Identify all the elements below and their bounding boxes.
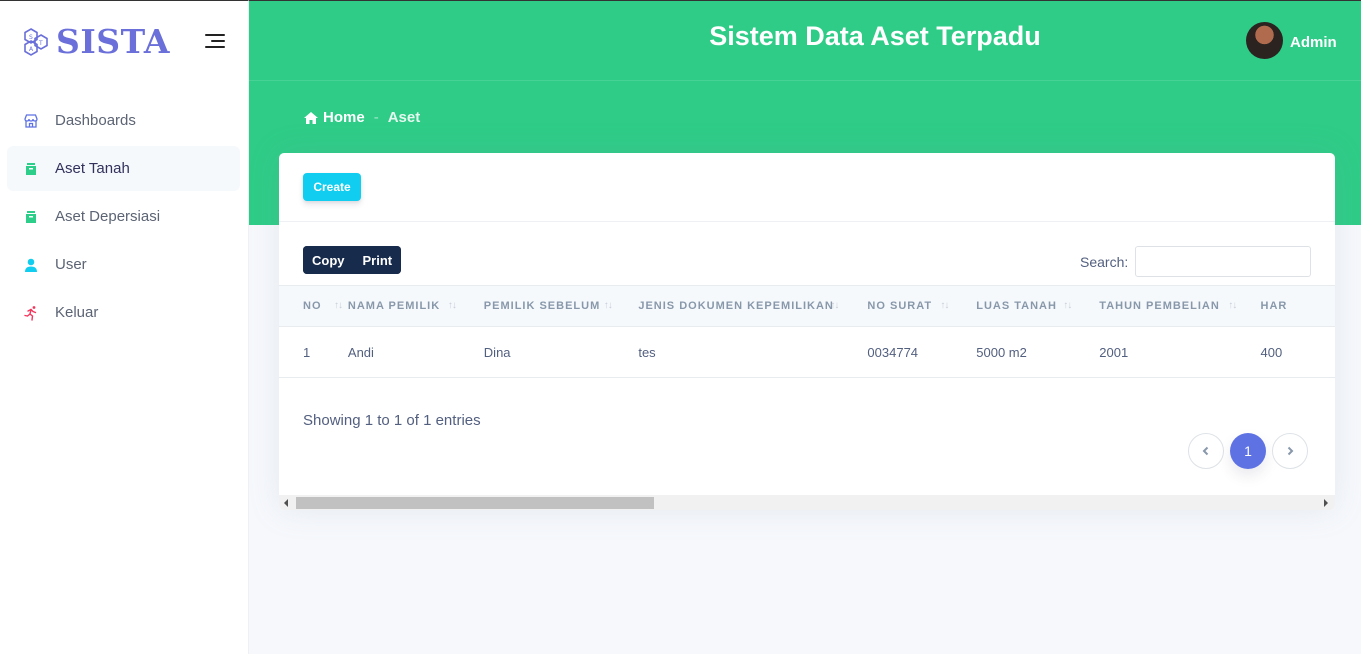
print-button[interactable]: Print xyxy=(353,246,402,274)
sidebar-item-keluar[interactable]: Keluar xyxy=(7,290,240,335)
column-header-nama-pemilik[interactable]: Nama Pemilik ↑↓ xyxy=(347,285,484,327)
archive-icon xyxy=(23,161,39,177)
sidebar-nav: Dashboards Aset Tanah Aset Depersiasi Us… xyxy=(7,98,240,338)
pagination-prev-button[interactable] xyxy=(1188,433,1224,469)
table-container: No ↑↓ Nama Pemilik ↑↓ Pemilik Sebelum ↑↓ Je… xyxy=(279,285,1335,378)
pagination-page-button[interactable]: 1 xyxy=(1230,433,1266,469)
user-icon xyxy=(23,257,39,273)
cell-pemilik-sebelum: Dina xyxy=(483,344,511,360)
cell-nama-pemilik: Andi xyxy=(347,344,374,360)
column-header-no[interactable]: No ↑↓ xyxy=(279,285,348,327)
avatar[interactable] xyxy=(1246,22,1283,59)
scrollbar-thumb[interactable] xyxy=(296,497,654,509)
sidebar-item-aset-depersiasi[interactable]: Aset Depersiasi xyxy=(7,194,240,239)
cell-jenis-dokumen: tes xyxy=(638,344,656,360)
sort-icon: ↑↓ xyxy=(940,300,949,311)
column-header-tahun-pembelian[interactable]: Tahun Pembelian ↑↓ xyxy=(1099,285,1261,327)
sort-icon: ↑↓ xyxy=(334,300,343,311)
create-button[interactable]: Create xyxy=(303,173,361,201)
card-header: Create xyxy=(279,153,1335,222)
scroll-left-arrow-icon[interactable] xyxy=(284,499,288,507)
brand-logo-icon: S T A xyxy=(24,28,48,56)
shop-icon xyxy=(23,113,39,129)
scroll-right-arrow-icon[interactable] xyxy=(1324,499,1328,507)
home-icon[interactable] xyxy=(303,111,319,125)
app-title: Sistem Data Aset Terpadu xyxy=(709,21,1041,51)
brand-name: SISTA xyxy=(56,22,170,61)
column-header-jenis-dokumen[interactable]: Jenis Dokumen Kepemilikan ↑↓ xyxy=(638,285,868,327)
table-row[interactable]: 1 Andi Dina tes 0034774 5000 m2 2001 400 xyxy=(279,327,1335,378)
svg-text:A: A xyxy=(29,46,34,53)
sidebar-item-label: Keluar xyxy=(55,304,99,321)
horizontal-scrollbar[interactable] xyxy=(279,495,1335,510)
sort-icon: ↑↓ xyxy=(1063,300,1072,311)
cell-no: 1 xyxy=(303,344,311,360)
search-label: Search: xyxy=(1080,254,1129,270)
column-header-harga[interactable]: Har xyxy=(1260,285,1335,327)
sidebar-item-label: User xyxy=(55,256,87,273)
sidebar-item-label: Aset Depersiasi xyxy=(55,208,161,225)
sort-icon: ↑↓ xyxy=(603,300,613,311)
sort-icon: ↑↓ xyxy=(830,300,839,311)
aset-card: Create Copy Print Search: No ↑↓ Nama Pemi… xyxy=(279,153,1335,510)
table-info: Showing 1 to 1 of 1 entries xyxy=(303,412,481,429)
run-icon xyxy=(23,305,39,321)
column-header-no-surat[interactable]: No Surat ↑↓ xyxy=(867,285,977,327)
sort-icon: ↑↓ xyxy=(1228,300,1237,311)
cell-harga: 400 xyxy=(1260,344,1283,360)
breadcrumb-current: Aset xyxy=(387,109,421,126)
archive-icon xyxy=(23,209,39,225)
sidebar: S T A SISTA Dashboards Aset Tanah Aset D… xyxy=(0,0,249,654)
aset-table: No ↑↓ Nama Pemilik ↑↓ Pemilik Sebelum ↑↓ Je… xyxy=(279,285,1335,378)
user-name[interactable]: Admin xyxy=(1290,34,1337,51)
table-header-row: No ↑↓ Nama Pemilik ↑↓ Pemilik Sebelum ↑↓ Je… xyxy=(279,285,1335,327)
column-header-pemilik-sebelum[interactable]: Pemilik Sebelum ↑↓ xyxy=(483,285,639,327)
copy-button[interactable]: Copy xyxy=(303,246,354,274)
sidebar-item-aset-tanah[interactable]: Aset Tanah xyxy=(7,146,240,191)
sidenav-toggle-icon[interactable] xyxy=(205,34,225,50)
cell-tahun-pembelian: 2001 xyxy=(1099,344,1129,360)
chevron-left-icon xyxy=(1202,446,1209,456)
sidebar-item-dashboards[interactable]: Dashboards xyxy=(7,98,240,143)
pagination-next-button[interactable] xyxy=(1272,433,1308,469)
svg-text:S: S xyxy=(29,34,33,41)
column-header-luas-tanah[interactable]: Luas Tanah ↑↓ xyxy=(976,285,1100,327)
chevron-right-icon xyxy=(1287,446,1294,456)
sidebar-item-label: Aset Tanah xyxy=(55,160,130,177)
breadcrumb-separator: - xyxy=(373,109,379,126)
sidebar-item-label: Dashboards xyxy=(55,112,136,129)
cell-luas-tanah: 5000 m2 xyxy=(976,344,1027,360)
cell-no-surat: 0034774 xyxy=(867,344,919,360)
sidebar-item-user[interactable]: User xyxy=(7,242,240,287)
topbar: Sistem Data Aset Terpadu Admin xyxy=(249,1,1361,81)
breadcrumb: Home - Aset xyxy=(303,109,420,126)
export-button-group: Copy Print xyxy=(303,246,402,274)
sort-icon: ↑↓ xyxy=(447,300,457,311)
search-input[interactable] xyxy=(1135,246,1311,277)
brand[interactable]: S T A SISTA xyxy=(22,23,170,61)
breadcrumb-home[interactable]: Home xyxy=(323,109,365,126)
svg-text:T: T xyxy=(38,40,43,47)
